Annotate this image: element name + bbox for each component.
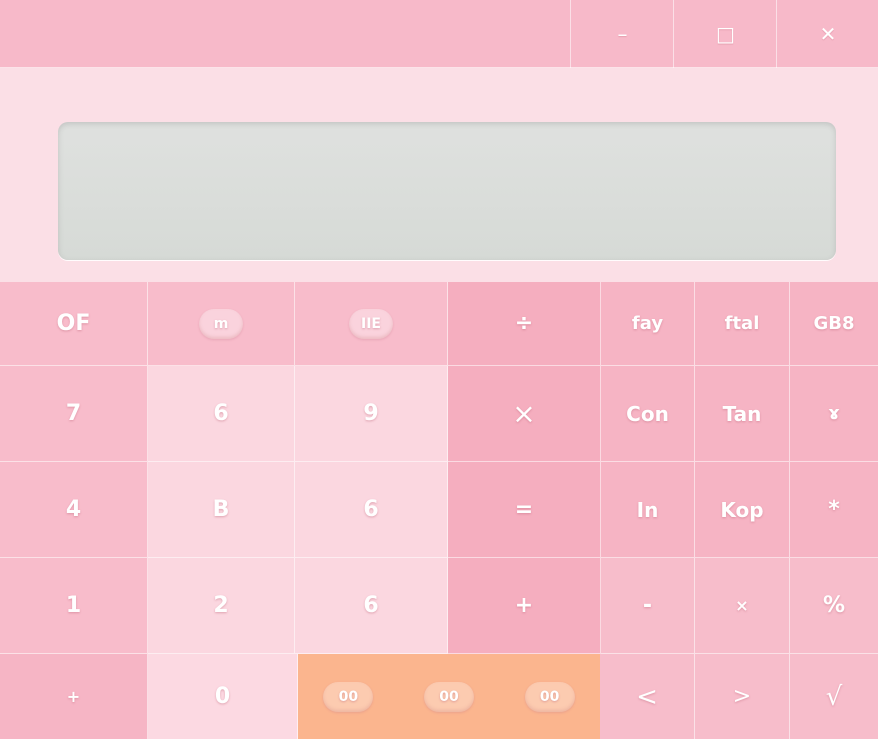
key-label: 2 bbox=[213, 593, 229, 618]
sqrt-icon: √ bbox=[825, 681, 843, 712]
equals-icon: = bbox=[514, 497, 534, 522]
key-right[interactable]: > bbox=[695, 654, 790, 739]
title-bar: – □ ✕ bbox=[0, 0, 878, 68]
maximize-button[interactable]: □ bbox=[673, 0, 777, 68]
key-label: 6 bbox=[363, 593, 379, 618]
key-tan[interactable]: Tan bbox=[695, 366, 790, 462]
key-left[interactable]: < bbox=[600, 654, 695, 739]
key-fay[interactable]: fay bbox=[601, 282, 695, 366]
chevron-left-icon: < bbox=[636, 681, 658, 712]
key-of[interactable]: OF bbox=[0, 282, 148, 366]
key-label: 7 bbox=[65, 401, 82, 426]
key-sign[interactable]: + bbox=[0, 654, 148, 739]
minimize-icon: – bbox=[617, 22, 628, 46]
key-b[interactable]: B bbox=[148, 462, 295, 558]
key-label: 0 bbox=[214, 684, 231, 709]
key-in[interactable]: In bbox=[601, 462, 695, 558]
multiply-icon: × bbox=[512, 397, 536, 430]
key-7[interactable]: 7 bbox=[0, 366, 148, 462]
key-label: GB8 bbox=[813, 313, 855, 334]
key-label: × bbox=[735, 596, 749, 615]
key-label: fay bbox=[631, 313, 664, 334]
chevron-right-icon: > bbox=[732, 684, 752, 709]
display-screen bbox=[58, 122, 836, 260]
key-con[interactable]: Con bbox=[601, 366, 695, 462]
key-0[interactable]: 0 bbox=[148, 654, 298, 739]
key-label: 6 bbox=[213, 401, 229, 426]
key-equals[interactable]: = bbox=[448, 462, 601, 558]
key-divide[interactable]: ÷ bbox=[448, 282, 601, 366]
key-label: 9 bbox=[363, 401, 379, 426]
minus-icon: - bbox=[642, 593, 653, 618]
orange-key-2[interactable]: 00 bbox=[423, 681, 474, 712]
key-6c[interactable]: 6 bbox=[295, 558, 448, 654]
key-label: Kop bbox=[720, 497, 764, 522]
key-label: ftal bbox=[724, 313, 760, 334]
orange-key-3[interactable]: 00 bbox=[524, 681, 575, 712]
maximize-icon: □ bbox=[716, 22, 735, 46]
orange-key-1[interactable]: 00 bbox=[323, 681, 374, 712]
key-plus[interactable]: + bbox=[448, 558, 601, 654]
key-label: Tan bbox=[722, 401, 762, 426]
key-label: 1 bbox=[65, 593, 82, 618]
orange-key-group[interactable]: 00 00 00 bbox=[298, 654, 600, 739]
key-percent[interactable]: % bbox=[790, 558, 878, 654]
divide-icon: ÷ bbox=[514, 311, 534, 336]
minimize-button[interactable]: – bbox=[570, 0, 674, 68]
key-minus[interactable]: - bbox=[601, 558, 695, 654]
close-icon: ✕ bbox=[819, 22, 837, 46]
key-gb8[interactable]: GB8 bbox=[790, 282, 878, 366]
key-label: * bbox=[828, 497, 840, 522]
key-label: + bbox=[66, 687, 81, 706]
key-label: IIE bbox=[349, 308, 393, 339]
close-button[interactable]: ✕ bbox=[776, 0, 878, 68]
key-label: Con bbox=[626, 401, 669, 426]
key-label: In bbox=[636, 497, 659, 522]
key-1[interactable]: 1 bbox=[0, 558, 148, 654]
key-multiply[interactable]: × bbox=[448, 366, 601, 462]
key-kop[interactable]: Kop bbox=[695, 462, 790, 558]
key-iie[interactable]: IIE bbox=[295, 282, 448, 366]
key-ftal[interactable]: ftal bbox=[695, 282, 790, 366]
key-star[interactable]: * bbox=[790, 462, 878, 558]
key-9[interactable]: 9 bbox=[295, 366, 448, 462]
key-label: ɤ bbox=[828, 403, 840, 424]
calculator-window: – □ ✕ OF m IIE ÷ fay ftal GB8 7 6 9 × Co… bbox=[0, 0, 878, 739]
plus-icon: + bbox=[514, 593, 534, 618]
key-6a[interactable]: 6 bbox=[148, 366, 295, 462]
key-label: 4 bbox=[65, 497, 82, 522]
key-4[interactable]: 4 bbox=[0, 462, 148, 558]
key-x[interactable]: × bbox=[695, 558, 790, 654]
orange-key-row: 00 00 00 bbox=[298, 681, 600, 712]
key-sqrt[interactable]: √ bbox=[790, 654, 878, 739]
key-label: OF bbox=[56, 311, 91, 336]
key-m[interactable]: m bbox=[148, 282, 295, 366]
percent-icon: % bbox=[822, 593, 846, 618]
key-2[interactable]: 2 bbox=[148, 558, 295, 654]
key-label: m bbox=[199, 308, 243, 339]
key-gamma[interactable]: ɤ bbox=[790, 366, 878, 462]
key-label: B bbox=[212, 497, 230, 522]
key-label: 6 bbox=[363, 497, 379, 522]
key-6b[interactable]: 6 bbox=[295, 462, 448, 558]
